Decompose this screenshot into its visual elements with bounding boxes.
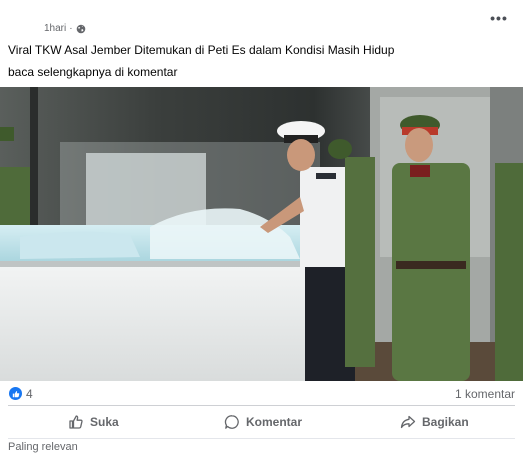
- like-icon[interactable]: [9, 387, 22, 400]
- comment-bubble-icon: [224, 414, 240, 430]
- reaction-count[interactable]: 4: [26, 387, 33, 401]
- comment-sort-dropdown[interactable]: Paling relevan: [8, 441, 78, 453]
- post-header: 1hari · •••: [0, 0, 523, 40]
- like-label: Suka: [90, 415, 119, 429]
- more-options-icon[interactable]: •••: [487, 8, 511, 28]
- globe-icon: [76, 24, 86, 34]
- like-button[interactable]: Suka: [68, 411, 119, 433]
- share-label: Bagikan: [422, 415, 469, 429]
- thumbs-up-icon: [68, 414, 84, 430]
- divider: [8, 438, 515, 439]
- comment-label: Komentar: [246, 415, 303, 429]
- share-button[interactable]: Bagikan: [400, 411, 469, 433]
- post-time-text[interactable]: 1hari: [44, 23, 66, 34]
- post-actions: Suka Komentar Bagikan: [0, 407, 523, 437]
- post-timestamp[interactable]: 1hari ·: [44, 23, 86, 34]
- comment-count[interactable]: 1 komentar: [455, 387, 515, 401]
- post-photo[interactable]: [0, 87, 523, 381]
- divider: [8, 405, 515, 406]
- post-caption-line-2: baca selengkapnya di komentar: [8, 65, 178, 79]
- comment-button[interactable]: Komentar: [224, 411, 302, 433]
- share-arrow-icon: [400, 414, 416, 430]
- time-separator: ·: [69, 23, 73, 34]
- post-stats: 4 1 komentar: [0, 381, 523, 405]
- post-caption-line-1: Viral TKW Asal Jember Ditemukan di Peti …: [8, 43, 395, 57]
